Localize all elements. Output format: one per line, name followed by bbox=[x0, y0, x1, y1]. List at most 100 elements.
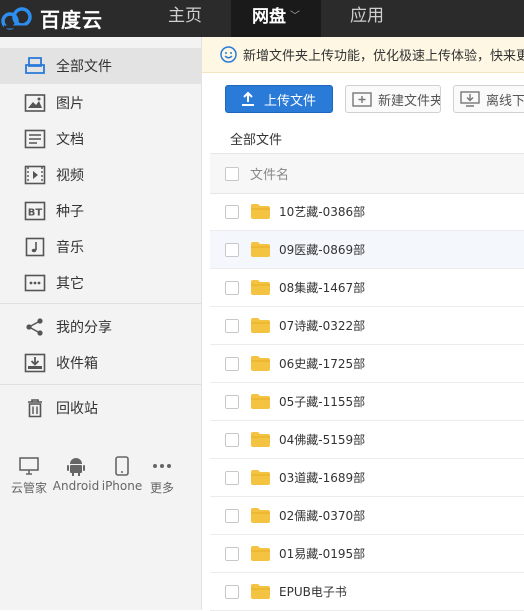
sidebar-item-inbox[interactable]: 收件箱 bbox=[0, 345, 202, 381]
nav-netdisk[interactable]: 网盘 ﹀ bbox=[231, 0, 321, 37]
folder-icon bbox=[251, 356, 270, 371]
new-folder-button[interactable]: 新建文件夹 bbox=[345, 85, 441, 113]
file-row[interactable]: 06史藏-1725部 bbox=[210, 345, 524, 383]
file-row[interactable]: 02儒藏-0370部 bbox=[210, 497, 524, 535]
column-header-filename[interactable]: 文件名 bbox=[250, 164, 289, 183]
sidebar-item-recycle-bin[interactable]: 回收站 bbox=[0, 390, 202, 426]
row-checkbox[interactable] bbox=[225, 242, 239, 257]
folder-icon bbox=[251, 318, 270, 333]
file-name[interactable]: 05子藏-1155部 bbox=[279, 393, 365, 410]
file-name[interactable]: 03道藏-1689部 bbox=[279, 469, 365, 486]
row-checkbox[interactable] bbox=[225, 280, 239, 295]
sidebar-item-documents[interactable]: 文档 bbox=[0, 121, 202, 157]
sidebar-item-music[interactable]: 音乐 bbox=[0, 229, 202, 265]
offline-download-button[interactable]: 离线下载 bbox=[453, 85, 524, 113]
row-checkbox[interactable] bbox=[225, 356, 239, 371]
file-list-header: 文件名 bbox=[210, 153, 524, 194]
smiley-icon bbox=[220, 46, 237, 63]
select-all-checkbox[interactable] bbox=[225, 166, 239, 181]
image-icon bbox=[24, 92, 46, 114]
top-bar: 百度云 主页 网盘 ﹀ 应用 bbox=[0, 0, 524, 37]
share-icon bbox=[24, 316, 46, 338]
upload-button-label: 上传文件 bbox=[264, 93, 317, 109]
video-icon bbox=[24, 164, 46, 186]
nav-apps-label: 应用 bbox=[350, 6, 384, 26]
sidebar-divider bbox=[0, 384, 202, 385]
file-name[interactable]: EPUB电子书 bbox=[279, 583, 347, 600]
client-label: 更多 bbox=[149, 481, 174, 495]
breadcrumb[interactable]: 全部文件 bbox=[230, 129, 282, 148]
new-folder-icon bbox=[352, 90, 372, 108]
sidebar-item-label: 我的分享 bbox=[56, 320, 112, 336]
file-row[interactable]: 03道藏-1689部 bbox=[210, 459, 524, 497]
client-desktop[interactable]: 云管家 bbox=[4, 455, 54, 496]
nav-apps[interactable]: 应用 bbox=[322, 0, 412, 37]
file-name[interactable]: 06史藏-1725部 bbox=[279, 355, 365, 372]
inbox-icon bbox=[24, 352, 46, 374]
nav-home[interactable]: 主页 bbox=[140, 0, 230, 37]
other-icon bbox=[24, 272, 46, 294]
all-files-icon bbox=[24, 55, 46, 77]
file-name[interactable]: 10艺藏-0386部 bbox=[279, 203, 365, 220]
folder-icon bbox=[251, 432, 270, 447]
bt-icon: BT bbox=[24, 200, 46, 222]
file-row[interactable]: 04佛藏-5159部 bbox=[210, 421, 524, 459]
file-name[interactable]: 08集藏-1467部 bbox=[279, 279, 365, 296]
android-icon bbox=[51, 455, 101, 477]
file-row[interactable]: 10艺藏-0386部 bbox=[210, 193, 524, 231]
folder-icon bbox=[251, 242, 270, 257]
file-row[interactable]: EPUB电子书 bbox=[210, 573, 524, 611]
row-checkbox[interactable] bbox=[225, 394, 239, 409]
row-checkbox[interactable] bbox=[225, 508, 239, 523]
sidebar-item-label: 种子 bbox=[56, 204, 84, 220]
sidebar-item-label: 其它 bbox=[56, 276, 84, 292]
sidebar-item-torrents[interactable]: BT 种子 bbox=[0, 193, 202, 229]
more-icon bbox=[137, 455, 187, 477]
file-row[interactable]: 09医藏-0869部 bbox=[210, 231, 524, 269]
sidebar-item-all-files[interactable]: 全部文件 bbox=[0, 48, 202, 84]
row-checkbox[interactable] bbox=[225, 204, 239, 219]
folder-icon bbox=[251, 508, 270, 523]
folder-icon bbox=[251, 280, 270, 295]
file-list: 10艺藏-0386部 09医藏-0869部 08集藏-1467部 07诗藏-0322部… bbox=[210, 193, 524, 611]
file-name[interactable]: 09医藏-0869部 bbox=[279, 241, 365, 258]
logo[interactable]: 百度云 bbox=[0, 0, 140, 37]
file-name[interactable]: 04佛藏-5159部 bbox=[279, 431, 365, 448]
row-checkbox[interactable] bbox=[225, 470, 239, 485]
desktop-icon bbox=[4, 455, 54, 477]
client-more[interactable]: 更多 bbox=[137, 455, 187, 496]
upload-button[interactable]: 上传文件 bbox=[225, 85, 333, 113]
file-row[interactable]: 07诗藏-0322部 bbox=[210, 307, 524, 345]
file-row[interactable]: 05子藏-1155部 bbox=[210, 383, 524, 421]
trash-icon bbox=[24, 397, 46, 419]
row-checkbox[interactable] bbox=[225, 584, 239, 599]
file-row[interactable]: 08集藏-1467部 bbox=[210, 269, 524, 307]
client-label: Android bbox=[52, 479, 100, 493]
sidebar-item-label: 视频 bbox=[56, 168, 84, 184]
folder-icon bbox=[251, 546, 270, 561]
sidebar-item-other[interactable]: 其它 bbox=[0, 265, 202, 301]
sidebar-item-images[interactable]: 图片 bbox=[0, 85, 202, 121]
file-name[interactable]: 01易藏-0195部 bbox=[279, 545, 365, 562]
folder-icon bbox=[251, 584, 270, 599]
document-icon bbox=[24, 128, 46, 150]
music-icon bbox=[24, 236, 46, 258]
sidebar: 全部文件 图片 文档 视频 BT 种子 音乐 其它 我的分享 收件箱 回收站 云… bbox=[0, 37, 202, 610]
sidebar-item-label: 图片 bbox=[56, 96, 84, 112]
sidebar-item-videos[interactable]: 视频 bbox=[0, 157, 202, 193]
notice-bar: 新增文件夹上传功能，优化极速上传体验，快来更新吧 bbox=[202, 37, 524, 73]
sidebar-divider bbox=[0, 303, 202, 304]
client-android[interactable]: Android bbox=[51, 455, 101, 493]
row-checkbox[interactable] bbox=[225, 432, 239, 447]
upload-icon bbox=[238, 90, 258, 108]
file-name[interactable]: 02儒藏-0370部 bbox=[279, 507, 365, 524]
folder-icon bbox=[251, 394, 270, 409]
brand-name: 百度云 bbox=[40, 8, 103, 32]
client-label: 云管家 bbox=[10, 481, 47, 495]
file-row[interactable]: 01易藏-0195部 bbox=[210, 535, 524, 573]
row-checkbox[interactable] bbox=[225, 546, 239, 561]
sidebar-item-my-shares[interactable]: 我的分享 bbox=[0, 309, 202, 345]
row-checkbox[interactable] bbox=[225, 318, 239, 333]
file-name[interactable]: 07诗藏-0322部 bbox=[279, 317, 365, 334]
folder-icon bbox=[251, 470, 270, 485]
